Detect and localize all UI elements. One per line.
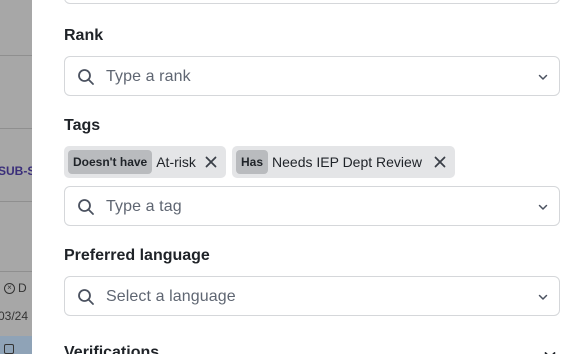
search-icon — [78, 69, 94, 85]
tag-placeholder: Type a tag — [106, 198, 182, 215]
tag-chip: Has Needs IEP Dept Review — [232, 146, 455, 178]
checkbox-icon — [4, 344, 14, 354]
chevron-down-icon[interactable] — [537, 71, 549, 83]
chevron-down-icon[interactable] — [537, 201, 549, 213]
chevron-down-icon[interactable] — [543, 348, 557, 354]
search-icon — [78, 289, 94, 305]
verifications-section-toggle[interactable]: Verifications — [64, 344, 159, 354]
tag-chip-mode[interactable]: Doesn't have — [68, 150, 153, 174]
rank-select[interactable]: Type a rank — [64, 56, 560, 96]
chevron-down-icon[interactable] — [537, 291, 549, 303]
previous-filter-field[interactable] — [64, 0, 560, 4]
tags-label: Tags — [64, 117, 101, 134]
background-divider — [0, 55, 33, 56]
background-divider — [0, 128, 33, 129]
background-date: 03/24 — [0, 309, 29, 323]
background-divider — [0, 271, 33, 272]
background-page: SUB-S × D 03/24 — [0, 0, 33, 354]
rank-placeholder: Type a rank — [106, 68, 191, 85]
tag-chip-value: At-risk — [156, 154, 196, 170]
language-select[interactable]: Select a language — [64, 276, 560, 316]
close-icon[interactable] — [204, 155, 218, 169]
language-placeholder: Select a language — [106, 288, 236, 305]
search-icon — [78, 199, 94, 215]
tag-chip-value: Needs IEP Dept Review — [272, 154, 422, 170]
background-link: SUB-S — [0, 164, 33, 178]
preferred-language-label: Preferred language — [64, 247, 210, 264]
tag-chip-mode[interactable]: Has — [236, 150, 269, 174]
filter-drawer: Rank Type a rank Tags Doesn't have At-ri… — [32, 0, 577, 354]
rank-label: Rank — [64, 27, 104, 44]
close-circle-icon: × — [4, 282, 15, 294]
background-status-text: D — [18, 281, 27, 295]
background-divider — [0, 201, 33, 202]
close-icon[interactable] — [433, 155, 447, 169]
tag-chip: Doesn't have At-risk — [64, 146, 226, 178]
background-status: × D — [4, 281, 27, 295]
tag-search-input[interactable]: Type a tag — [64, 186, 560, 226]
